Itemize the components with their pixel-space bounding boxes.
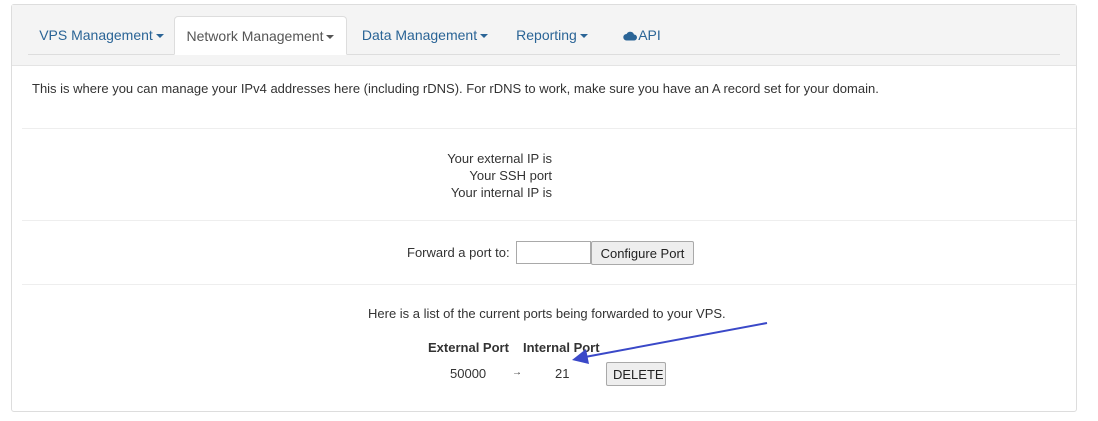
tab-data-management[interactable]: Data Management xyxy=(355,16,495,55)
tab-vps-management[interactable]: VPS Management xyxy=(29,16,174,55)
caret-down-icon xyxy=(155,34,164,39)
caret-down-icon xyxy=(480,34,489,39)
divider xyxy=(22,284,1076,285)
ip-info: Your external IP is Your SSH port Your i… xyxy=(392,150,552,201)
divider xyxy=(22,128,1076,129)
right-arrow-icon: → xyxy=(512,367,522,378)
caret-down-icon xyxy=(326,35,335,40)
network-management-panel: VPS Management Network Management Data M… xyxy=(11,4,1077,412)
ssh-port-label: Your SSH port xyxy=(469,168,552,183)
external-ip-label: Your external IP is xyxy=(447,151,552,166)
cloud-icon xyxy=(623,32,638,41)
internal-port-header: Internal Port xyxy=(523,340,600,355)
page-description: This is where you can manage your IPv4 a… xyxy=(32,81,879,96)
tab-reporting[interactable]: Reporting xyxy=(507,16,597,55)
tab-api[interactable]: API xyxy=(612,16,672,55)
forward-port-input[interactable] xyxy=(516,241,591,264)
tab-network-management[interactable]: Network Management xyxy=(174,16,347,55)
forward-port-label: Forward a port to: xyxy=(407,245,510,260)
external-port-header: External Port xyxy=(428,340,509,355)
internal-ip-label: Your internal IP is xyxy=(450,185,552,200)
internal-port-value: 21 xyxy=(555,366,570,381)
caret-down-icon xyxy=(579,34,588,39)
nav-tabs: VPS Management Network Management Data M… xyxy=(12,5,1076,66)
delete-button[interactable]: DELETE xyxy=(606,362,666,386)
divider xyxy=(22,220,1076,221)
external-port-value: 50000 xyxy=(450,366,487,381)
forwarded-ports-description: Here is a list of the current ports bein… xyxy=(368,306,726,321)
configure-port-button[interactable]: Configure Port xyxy=(591,241,694,265)
